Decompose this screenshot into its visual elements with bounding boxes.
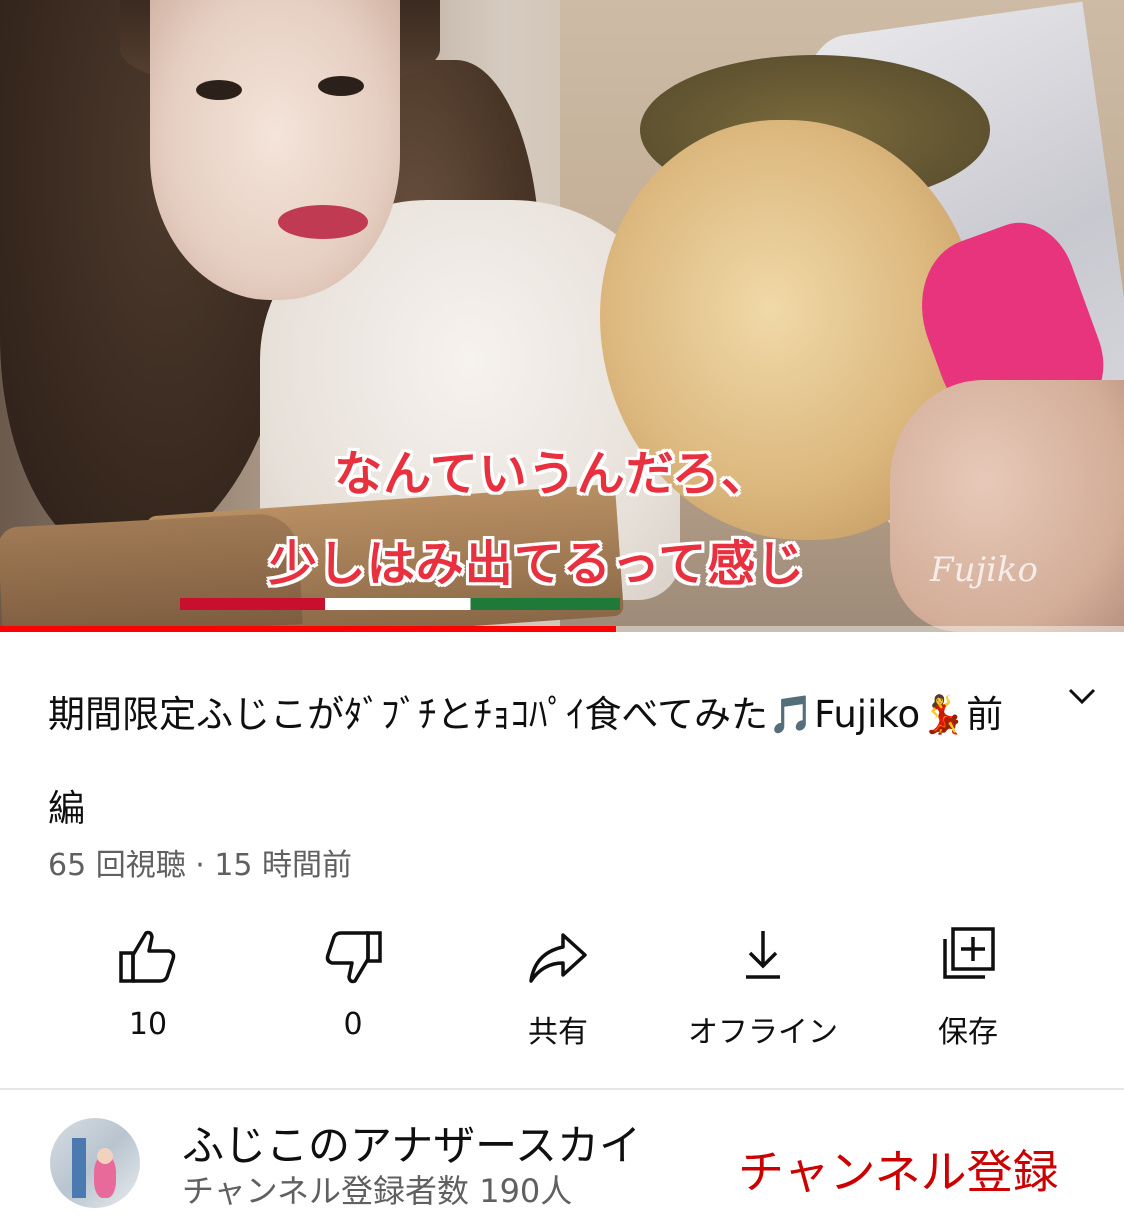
like-button[interactable]: 10 <box>63 925 233 1045</box>
like-count: 10 <box>128 1007 168 1042</box>
video-frame-lips <box>278 205 368 239</box>
video-title: 期間限定ふじこがﾀﾞﾌﾞﾁとﾁｮｺﾊﾟｲ食べてみた🎵Fujiko💃前編 <box>48 693 1004 830</box>
offline-button[interactable]: オフライン <box>678 925 848 1050</box>
thumbs-up-icon <box>119 930 176 983</box>
share-button[interactable]: 共有 <box>473 925 643 1050</box>
save-button[interactable]: 保存 <box>883 925 1053 1050</box>
video-player[interactable]: なんていうんだろ、 少しはみ出てるって感じ Fujiko <box>0 0 1124 632</box>
video-frame-face <box>150 0 400 300</box>
share-icon <box>529 933 587 983</box>
subscribe-button[interactable]: チャンネル登録 <box>738 1136 1059 1202</box>
avatar-detail-3 <box>97 1148 113 1164</box>
dislike-button[interactable]: 0 <box>268 925 438 1045</box>
dislike-count: 0 <box>343 1007 363 1042</box>
video-caption-line1: なんていうんだろ、 <box>334 446 770 502</box>
progress-bar[interactable] <box>0 626 1124 632</box>
avatar-detail-1 <box>72 1138 86 1198</box>
divider <box>0 1088 1124 1090</box>
save-label: 保存 <box>938 1015 998 1050</box>
video-frame-eye-left <box>196 80 242 100</box>
action-bar: 10 0 共有 オフライン 保存 <box>0 925 1124 1050</box>
video-watermark: Fujiko <box>930 550 1038 590</box>
offline-label: オフライン <box>688 1015 838 1050</box>
channel-name[interactable]: ふじこのアナザースカイ <box>182 1112 641 1173</box>
chevron-down-icon[interactable] <box>1062 682 1102 710</box>
share-label: 共有 <box>528 1015 588 1050</box>
video-meta: 65 回視聴 · 15 時間前 <box>48 848 353 883</box>
video-frame-stripe <box>180 598 620 610</box>
thumbs-down-icon <box>325 931 382 984</box>
save-playlist-icon <box>943 927 995 979</box>
progress-bar-fill <box>0 626 616 632</box>
channel-subscriber-count: チャンネル登録者数 190人 <box>182 1172 573 1210</box>
channel-avatar[interactable] <box>50 1118 140 1208</box>
video-frame-hand <box>890 380 1124 632</box>
download-icon <box>746 931 780 979</box>
video-frame-eye-right <box>318 76 364 96</box>
